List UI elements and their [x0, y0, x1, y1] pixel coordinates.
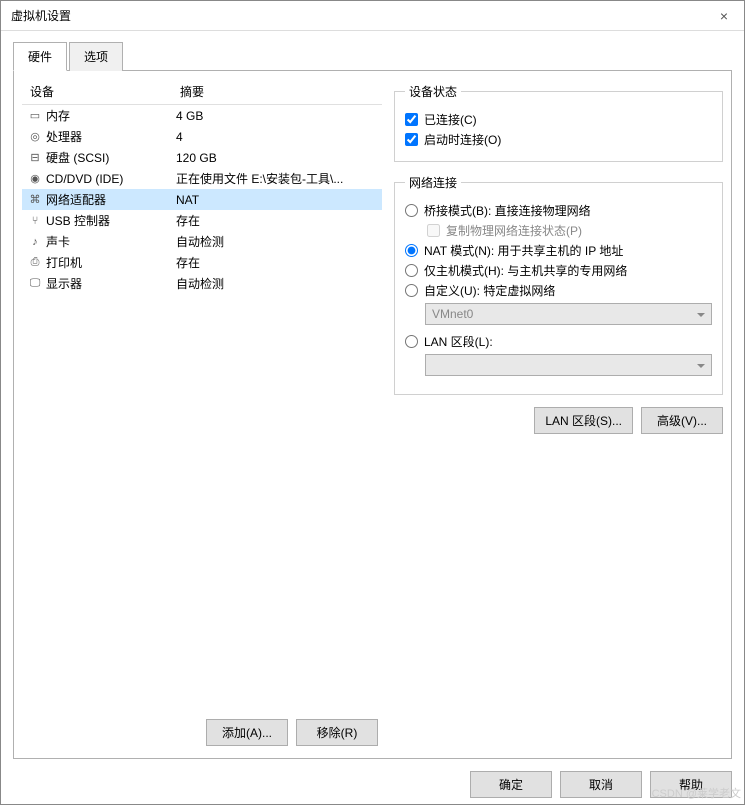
custom-input[interactable]: [405, 284, 418, 297]
device-row[interactable]: ◎处理器4: [22, 126, 382, 147]
tab-bar: 硬件 选项: [13, 41, 732, 71]
device-summary: 4 GB: [176, 109, 378, 123]
tab-hardware[interactable]: 硬件: [13, 42, 67, 71]
device-name: 内存: [44, 107, 176, 124]
cancel-button[interactable]: 取消: [560, 771, 642, 798]
device-row[interactable]: ⑂USB 控制器存在: [22, 210, 382, 231]
lanseg-input[interactable]: [405, 335, 418, 348]
device-header: 设备 摘要: [22, 79, 382, 105]
hostonly-radio[interactable]: 仅主机模式(H): 与主机共享的专用网络: [405, 262, 712, 279]
device-summary: 4: [176, 130, 378, 144]
bridged-label: 桥接模式(B): 直接连接物理网络: [424, 202, 591, 219]
device-row[interactable]: ⎙打印机存在: [22, 252, 382, 273]
network-icon: ⌘: [26, 193, 44, 206]
content-area: 硬件 选项 设备 摘要 ▭内存4 GB◎处理器4⊟硬盘 (SCSI)120 GB…: [1, 31, 744, 765]
vmnet-select: VMnet0: [425, 303, 712, 325]
bridged-radio[interactable]: 桥接模式(B): 直接连接物理网络: [405, 202, 712, 219]
dialog-footer: 确定 取消 帮助: [1, 765, 744, 804]
device-row[interactable]: 🖵显示器自动检测: [22, 273, 382, 294]
right-buttons: LAN 区段(S)... 高级(V)...: [394, 407, 723, 434]
device-pane: 设备 摘要 ▭内存4 GB◎处理器4⊟硬盘 (SCSI)120 GB◉CD/DV…: [22, 79, 382, 750]
tab-options[interactable]: 选项: [69, 42, 123, 71]
device-list: ▭内存4 GB◎处理器4⊟硬盘 (SCSI)120 GB◉CD/DVD (IDE…: [22, 105, 382, 709]
cd-icon: ◉: [26, 172, 44, 185]
network-legend: 网络连接: [405, 174, 461, 191]
replicate-label: 复制物理网络连接状态(P): [446, 222, 582, 239]
lanseg-label: LAN 区段(L):: [424, 333, 493, 350]
device-buttons: 添加(A)... 移除(R): [22, 715, 382, 750]
usb-icon: ⑂: [26, 215, 44, 227]
display-icon: 🖵: [26, 277, 44, 290]
device-name: 显示器: [44, 275, 176, 292]
device-row[interactable]: ▭内存4 GB: [22, 105, 382, 126]
device-name: 打印机: [44, 254, 176, 271]
settings-window: 虚拟机设置 × 硬件 选项 设备 摘要 ▭内存4 GB◎处理器4⊟硬盘 (SCS…: [0, 0, 745, 805]
replicate-checkbox: 复制物理网络连接状态(P): [427, 222, 712, 239]
connect-on-start-input[interactable]: [405, 133, 418, 146]
vmnet-value: VMnet0: [432, 307, 473, 321]
device-name: CD/DVD (IDE): [44, 172, 176, 186]
cpu-icon: ◎: [26, 130, 44, 143]
titlebar: 虚拟机设置 ×: [1, 1, 744, 31]
memory-icon: ▭: [26, 109, 44, 122]
device-summary: 120 GB: [176, 151, 378, 165]
col-device: 设备: [30, 83, 180, 100]
device-status-group: 设备状态 已连接(C) 启动时连接(O): [394, 83, 723, 162]
ok-button[interactable]: 确定: [470, 771, 552, 798]
device-row[interactable]: ⊟硬盘 (SCSI)120 GB: [22, 147, 382, 168]
network-connection-group: 网络连接 桥接模式(B): 直接连接物理网络 复制物理网络连接状态(P) NAT…: [394, 174, 723, 395]
bridged-input[interactable]: [405, 204, 418, 217]
device-summary: 正在使用文件 E:\安装包-工具\...: [176, 170, 378, 187]
close-icon[interactable]: ×: [714, 8, 734, 24]
custom-radio[interactable]: 自定义(U): 特定虚拟网络: [405, 282, 712, 299]
custom-label: 自定义(U): 特定虚拟网络: [424, 282, 555, 299]
connect-on-start-label: 启动时连接(O): [424, 131, 501, 148]
hostonly-input[interactable]: [405, 264, 418, 277]
nat-radio[interactable]: NAT 模式(N): 用于共享主机的 IP 地址: [405, 242, 712, 259]
connected-label: 已连接(C): [424, 111, 477, 128]
nat-input[interactable]: [405, 244, 418, 257]
device-name: 网络适配器: [44, 191, 176, 208]
device-summary: 存在: [176, 212, 378, 229]
device-row[interactable]: ♪声卡自动检测: [22, 231, 382, 252]
window-title: 虚拟机设置: [11, 7, 714, 24]
device-row[interactable]: ◉CD/DVD (IDE)正在使用文件 E:\安装包-工具\...: [22, 168, 382, 189]
add-button[interactable]: 添加(A)...: [206, 719, 288, 746]
device-row[interactable]: ⌘网络适配器NAT: [22, 189, 382, 210]
disk-icon: ⊟: [26, 151, 44, 164]
device-name: 处理器: [44, 128, 176, 145]
device-name: USB 控制器: [44, 212, 176, 229]
device-summary: NAT: [176, 193, 378, 207]
connect-on-start-checkbox[interactable]: 启动时连接(O): [405, 131, 712, 148]
device-status-legend: 设备状态: [405, 83, 461, 100]
replicate-input: [427, 224, 440, 237]
tab-panel: 设备 摘要 ▭内存4 GB◎处理器4⊟硬盘 (SCSI)120 GB◉CD/DV…: [13, 71, 732, 759]
detail-pane: 设备状态 已连接(C) 启动时连接(O) 网络连接 桥接模式(B): 直接连接物: [394, 79, 723, 750]
advanced-button[interactable]: 高级(V)...: [641, 407, 723, 434]
sound-icon: ♪: [26, 236, 44, 248]
device-name: 声卡: [44, 233, 176, 250]
connected-input[interactable]: [405, 113, 418, 126]
device-summary: 自动检测: [176, 275, 378, 292]
hostonly-label: 仅主机模式(H): 与主机共享的专用网络: [424, 262, 627, 279]
lan-segments-button[interactable]: LAN 区段(S)...: [534, 407, 633, 434]
device-summary: 自动检测: [176, 233, 378, 250]
device-summary: 存在: [176, 254, 378, 271]
watermark: CSDN @莱学老文: [652, 785, 741, 801]
connected-checkbox[interactable]: 已连接(C): [405, 111, 712, 128]
lanseg-radio[interactable]: LAN 区段(L):: [405, 333, 712, 350]
device-name: 硬盘 (SCSI): [44, 149, 176, 166]
lanseg-select: [425, 354, 712, 376]
printer-icon: ⎙: [26, 256, 44, 269]
nat-label: NAT 模式(N): 用于共享主机的 IP 地址: [424, 242, 623, 259]
col-summary: 摘要: [180, 83, 204, 100]
remove-button[interactable]: 移除(R): [296, 719, 378, 746]
